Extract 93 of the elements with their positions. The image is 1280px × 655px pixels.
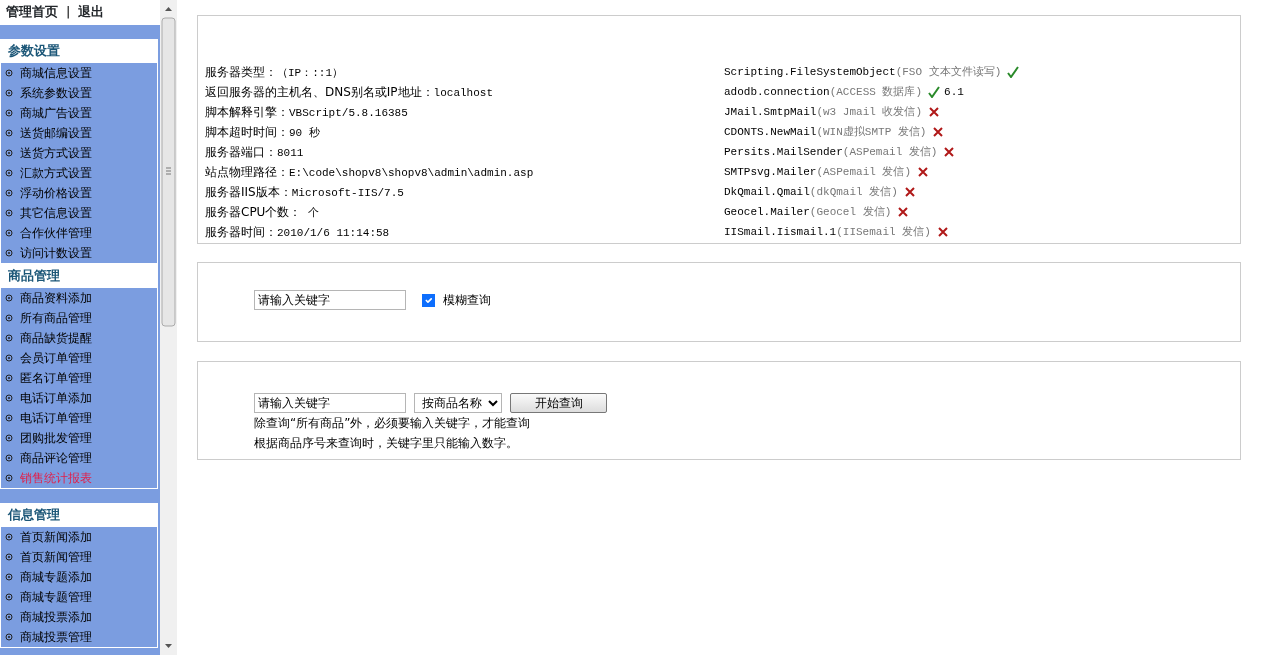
bullet-icon [5, 229, 13, 237]
sidebar-item[interactable]: 浮动价格设置 [1, 183, 157, 203]
component-name: CDONTS.NewMail [724, 125, 817, 140]
sidebar-item[interactable]: 商城信息设置 [1, 63, 157, 83]
component-name: JMail.SmtpMail [724, 105, 817, 120]
bullet-icon [5, 149, 13, 157]
info-text: 站点物理路径：E:\code\shopv8\shopv8\admin\admin.asp [205, 164, 535, 181]
section-title: 参数设置 [0, 39, 158, 63]
sidebar-item[interactable]: 商城投票添加 [1, 607, 157, 627]
component-note: (dkQmail 发信) [809, 185, 898, 200]
sidebar-item[interactable]: 会员订单管理 [1, 348, 157, 368]
component-name: adodb.connection [724, 85, 830, 100]
bullet-icon [5, 89, 13, 97]
info-text: 服务器类型：（IP：::1） [205, 64, 344, 81]
keyword-field[interactable]: 请输入关键字 [254, 393, 406, 413]
bullet-icon [5, 613, 13, 621]
bullet-icon [5, 394, 13, 402]
sidebar-item[interactable]: 其它信息设置 [1, 203, 157, 223]
sidebar-item[interactable]: 系统参数设置 [1, 83, 157, 103]
bullet-icon [5, 294, 13, 302]
info-text: 脚本超时时间：90 秒 [205, 124, 321, 141]
bullet-icon [5, 314, 13, 322]
bullet-icon [5, 454, 13, 462]
sidebar-item[interactable]: 商城广告设置 [1, 103, 157, 123]
sidebar-item[interactable]: 首页新闻管理 [1, 547, 157, 567]
component-name: SMTPsvg.Mailer [724, 165, 817, 180]
sidebar-item[interactable]: 团购批发管理 [1, 428, 157, 448]
bullet-icon [5, 533, 13, 541]
component-note: (FSO 文本文件读写) [895, 65, 1002, 80]
bullet-icon [5, 109, 13, 117]
bullet-icon [5, 249, 13, 257]
component-name: Persits.MailSender [724, 145, 843, 160]
component-name: Geocel.Mailer [724, 205, 810, 220]
sidebar-item[interactable]: 合作伙伴管理 [1, 223, 157, 243]
bullet-icon [5, 189, 13, 197]
version-text: 6.1 [944, 85, 964, 100]
sidebar-item[interactable]: 商品评论管理 [1, 448, 157, 468]
sidebar-item[interactable]: 商城投票管理 [1, 627, 157, 647]
bullet-icon [5, 374, 13, 382]
component-note: (IISemail 发信) [836, 225, 931, 240]
info-text: 服务器CPU个数： 个 [205, 204, 320, 221]
info-text: 服务器IIS版本：Microsoft-IIS/7.5 [205, 184, 405, 201]
sidebar-item[interactable]: 商品资料添加 [1, 288, 157, 308]
bullet-icon [5, 633, 13, 641]
bullet-icon [5, 69, 13, 77]
sidebar-item[interactable]: 所有商品管理 [1, 308, 157, 328]
component-note: (ACCESS 数据库) [829, 85, 923, 100]
bullet-icon [5, 573, 13, 581]
component-name: DkQmail.Qmail [724, 185, 810, 200]
nav-link[interactable]: 退出 [78, 2, 105, 23]
keyword-field[interactable]: 请输入关键字 [254, 290, 406, 310]
sidebar-item[interactable]: 电话订单管理 [1, 408, 157, 428]
sidebar-item[interactable]: 商品缺货提醒 [1, 328, 157, 348]
nav-link[interactable]: 管理首页 [6, 2, 58, 23]
separator: | [66, 3, 71, 21]
bullet-icon [5, 129, 13, 137]
component-name: Scripting.FileSystemObject [724, 65, 896, 80]
component-note: (WIN虚拟SMTP 发信) [816, 125, 927, 140]
info-text: 服务器时间：2010/1/6 11:14:58 [205, 224, 391, 241]
info-text: 服务器端口：8011 [205, 144, 305, 161]
search-button[interactable]: 开始查询 [510, 393, 607, 413]
bullet-icon [5, 209, 13, 217]
sidebar-item[interactable]: 首页新闻添加 [1, 527, 157, 547]
section-title: 商品管理 [0, 264, 158, 288]
section-title: 信息管理 [0, 503, 158, 527]
bullet-icon [5, 334, 13, 342]
search-type-dropdown[interactable]: 按商品名称 [414, 393, 502, 413]
hint-text: 除查询“所有商品”外，必须要输入关键字，才能查询 [254, 415, 532, 432]
bullet-icon [5, 354, 13, 362]
sidebar-item[interactable]: 送货方式设置 [1, 143, 157, 163]
sidebar-item[interactable]: 访问计数设置 [1, 243, 157, 263]
bullet-icon [5, 414, 13, 422]
bullet-icon [5, 434, 13, 442]
fuzzy-checkbox[interactable] [422, 293, 435, 307]
sidebar-item[interactable]: 商城专题管理 [1, 587, 157, 607]
component-name: IISmail.Iismail.1 [724, 225, 837, 240]
info-text: 脚本解释引擎：VBScript/5.8.16385 [205, 104, 409, 121]
checkbox-label: 模糊查询 [443, 292, 491, 309]
hint-text: 根据商品序号来查询时，关键字里只能输入数字。 [254, 435, 519, 452]
sidebar-item[interactable]: 商城专题添加 [1, 567, 157, 587]
component-note: (ASPemail 发信) [816, 165, 912, 180]
sidebar-item[interactable]: 送货邮编设置 [1, 123, 157, 143]
component-note: (Geocel 发信) [809, 205, 892, 220]
sidebar-item[interactable]: 匿名订单管理 [1, 368, 157, 388]
bullet-icon [5, 169, 13, 177]
info-text: 返回服务器的主机名、DNS别名或IP地址：localhost [205, 84, 495, 101]
bullet-icon [5, 593, 13, 601]
bullet-icon [5, 474, 13, 482]
component-note: (w3 Jmail 收发信) [816, 105, 923, 120]
sidebar-item[interactable]: 电话订单添加 [1, 388, 157, 408]
sidebar-item[interactable]: 汇款方式设置 [1, 163, 157, 183]
bullet-icon [5, 553, 13, 561]
component-note: (ASPemail 发信) [842, 145, 938, 160]
